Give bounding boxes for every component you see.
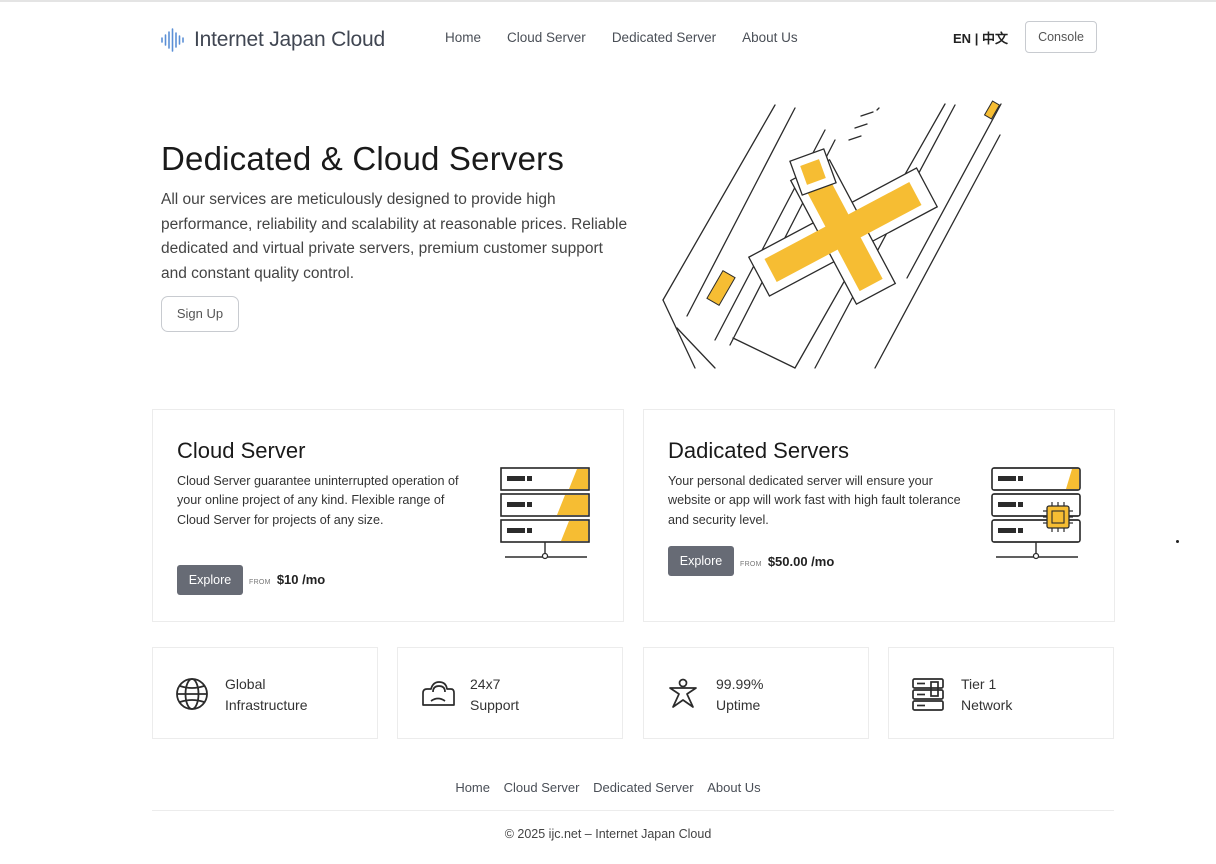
card-description: Cloud Server guarantee uninterrupted ope…: [177, 474, 459, 527]
feature-uptime: 99.99% Uptime: [643, 647, 869, 739]
card-description: Your personal dedicated server will ensu…: [668, 474, 961, 527]
footer-link-cloud-server[interactable]: Cloud Server: [504, 780, 580, 795]
brand-name: Internet Japan Cloud: [194, 28, 385, 51]
price-prefix: FROM: [249, 579, 271, 586]
signup-button[interactable]: Sign Up: [161, 296, 239, 332]
footer-nav: Home Cloud Server Dedicated Server About…: [0, 780, 1216, 795]
card-title: Dadicated Servers: [668, 438, 849, 463]
dedicated-server-card: Dadicated Servers Your personal dedicate…: [643, 409, 1115, 622]
lang-zh[interactable]: 中文: [982, 31, 1008, 46]
feature-line-1: Tier 1: [961, 676, 997, 692]
feature-support: 24x7 Support: [397, 647, 623, 739]
feature-line-1: 99.99%: [716, 676, 764, 692]
hero-title: Dedicated & Cloud Servers: [161, 140, 565, 177]
feature-label: Tier 1 Network: [961, 674, 1012, 716]
copyright: © 2025 ijc.net – Internet Japan Cloud: [504, 827, 712, 841]
footer-divider: [152, 810, 1114, 811]
feature-line-2: Network: [961, 697, 1013, 713]
hero-server-illustration: [662, 100, 1002, 369]
price-value: $50.00 /mo: [767, 554, 835, 569]
footer-link-home[interactable]: Home: [455, 780, 490, 795]
console-button[interactable]: Console: [1025, 21, 1097, 53]
price-prefix: FROM: [740, 561, 762, 568]
top-border: [0, 0, 1216, 2]
lang-en[interactable]: EN: [953, 31, 971, 46]
feature-line-2: Support: [470, 697, 520, 713]
nav-cloud-server[interactable]: Cloud Server: [507, 30, 586, 45]
nav-dedicated-server[interactable]: Dedicated Server: [612, 30, 716, 45]
lang-separator: |: [974, 31, 979, 46]
explore-button[interactable]: Explore: [668, 546, 734, 576]
server-stack-icon: [500, 467, 590, 560]
feature-global-infrastructure: Global Infrastructure: [152, 647, 378, 739]
feature-line-2: Infrastructure: [225, 697, 308, 713]
hero-description: All our services are meticulously design…: [161, 191, 628, 282]
explore-button[interactable]: Explore: [177, 565, 243, 595]
nav-about-us[interactable]: About Us: [742, 30, 798, 45]
feature-tier1-network: Tier 1 Network: [888, 647, 1114, 739]
globe-icon: [176, 678, 208, 710]
footer-link-dedicated-server[interactable]: Dedicated Server: [593, 780, 693, 795]
cloud-server-card: Cloud Server Cloud Server guarantee unin…: [152, 409, 624, 622]
stray-dot: [1176, 540, 1179, 543]
network-icon: [912, 678, 944, 711]
feature-label: 99.99% Uptime: [716, 674, 763, 716]
card-title: Cloud Server: [177, 438, 306, 463]
card-price: FROM $50.00 /mo: [740, 554, 834, 569]
support-icon: [422, 681, 455, 706]
feature-line-1: Global: [225, 676, 266, 692]
nav-home[interactable]: Home: [445, 30, 481, 45]
footer-link-about-us[interactable]: About Us: [707, 780, 760, 795]
uptime-icon: [669, 678, 697, 708]
feature-line-1: 24x7: [470, 676, 501, 692]
language-switcher: EN | 中文: [953, 28, 1008, 47]
feature-line-2: Uptime: [716, 697, 761, 713]
price-value: $10 /mo: [276, 572, 326, 587]
feature-label: Global Infrastructure: [225, 674, 307, 716]
brand-logo[interactable]: Internet Japan Cloud: [160, 27, 385, 53]
main-nav: Home Cloud Server Dedicated Server About…: [445, 30, 798, 45]
server-chip-icon: [991, 467, 1081, 560]
soundwave-logo-icon: [161, 28, 184, 52]
feature-label: 24x7 Support: [470, 674, 519, 716]
card-price: FROM $10 /mo: [249, 572, 325, 587]
